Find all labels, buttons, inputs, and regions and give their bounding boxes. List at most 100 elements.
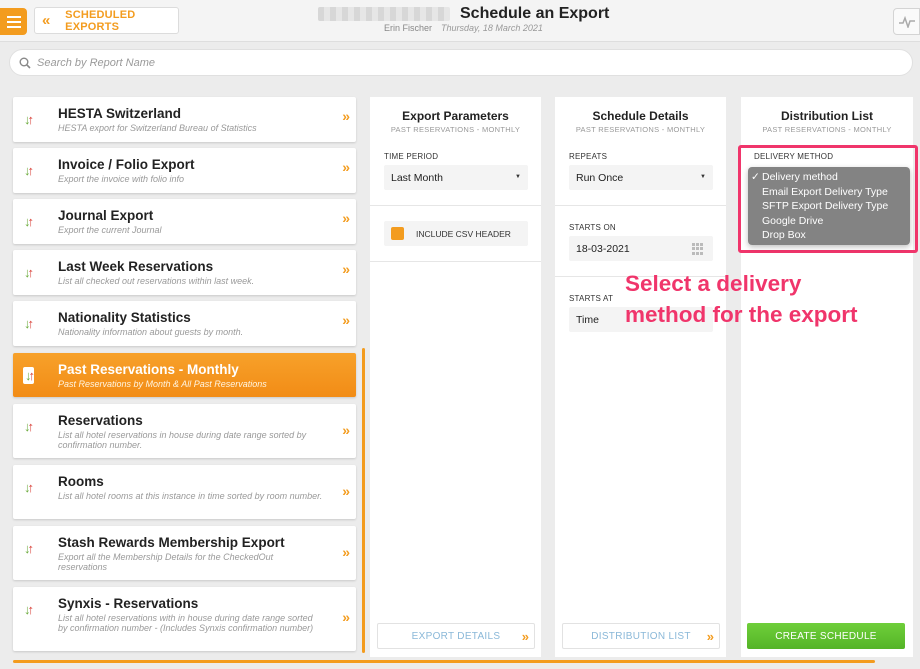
current-date: Thursday, 18 March 2021 (441, 23, 543, 33)
panel-title: Export Parameters (402, 109, 509, 123)
report-description: Past Reservations by Month & All Past Re… (58, 379, 267, 389)
starts-at-value: Time (576, 313, 599, 326)
caret-down-icon: ▼ (515, 174, 521, 180)
delivery-method-dropdown[interactable]: ✓ Delivery method Email Export Delivery T… (748, 167, 910, 245)
report-description: List all hotel reservations in house dur… (58, 430, 307, 450)
checkbox-checked-icon (391, 227, 404, 240)
button-label: EXPORT DETAILS (411, 630, 501, 642)
starts-on-value: 18-03-2021 (576, 242, 630, 255)
report-item[interactable]: ↓↑ Invoice / Folio Export Export the inv… (13, 148, 356, 193)
search-icon (19, 57, 31, 69)
export-details-button[interactable]: EXPORT DETAILS » (377, 623, 535, 649)
up-down-arrows-icon: ↓↑ (24, 316, 34, 331)
dropdown-option[interactable]: Email Export Delivery Type (751, 185, 910, 200)
horizontal-scrollbar[interactable] (13, 660, 875, 663)
up-down-arrows-icon: ↓↑ (24, 214, 34, 229)
search-input[interactable] (37, 56, 857, 69)
caret-down-icon: ▼ (700, 174, 706, 180)
export-parameters-panel: Export Parameters PAST RESERVATIONS - MO… (370, 97, 541, 657)
checkmark-icon: ✓ (751, 171, 760, 183)
chevron-right-icon: » (342, 544, 350, 560)
up-down-arrows-icon: ↓↑ (24, 419, 34, 434)
dropdown-option[interactable]: Drop Box (751, 228, 910, 243)
report-item[interactable]: ↓↑ Stash Rewards Membership Export Expor… (13, 526, 356, 580)
checkbox-label: INCLUDE CSV HEADER (416, 228, 511, 239)
report-item[interactable]: ↓↑ Synxis - Reservations List all hotel … (13, 587, 356, 651)
report-item[interactable]: ↓↑ Rooms List all hotel rooms at this in… (13, 465, 356, 519)
dropdown-option[interactable]: Google Drive (751, 214, 910, 229)
report-title: Reservations (58, 413, 143, 428)
up-down-arrows-icon: ↓↑ (24, 480, 34, 495)
panel-subtitle: PAST RESERVATIONS - MONTHLY (762, 125, 892, 134)
report-title: Last Week Reservations (58, 259, 214, 274)
divider (370, 261, 541, 262)
user-name: Erin Fischer (384, 23, 433, 33)
time-period-value: Last Month (391, 171, 443, 184)
chevron-right-icon: » (342, 159, 350, 175)
report-title: Synxis - Reservations (58, 596, 199, 611)
panel-subtitle: PAST RESERVATIONS - MONTHLY (390, 125, 521, 134)
report-item[interactable]: ↓↑ Reservations List all hotel reservati… (13, 404, 356, 458)
chevron-right-icon: » (342, 210, 350, 226)
report-item[interactable]: ↓↑ HESTA Switzerland HESTA export for Sw… (13, 97, 356, 142)
include-csv-header-checkbox[interactable]: INCLUDE CSV HEADER (384, 221, 528, 246)
up-down-arrows-icon: ↓↑ (24, 112, 34, 127)
calendar-icon[interactable] (692, 243, 704, 255)
time-period-label: TIME PERIOD (384, 152, 439, 161)
dropdown-option-selected[interactable]: ✓ Delivery method (751, 170, 910, 185)
divider (370, 205, 541, 206)
back-button-label: SCHEDULED EXPORTS (65, 8, 136, 33)
report-description: Export all the Membership Details for th… (58, 552, 274, 572)
redacted-hotel-name (318, 7, 450, 21)
hamburger-icon (6, 15, 21, 18)
chevron-right-icon: » (342, 261, 350, 277)
report-title: HESTA Switzerland (58, 106, 182, 121)
distribution-list-button[interactable]: DISTRIBUTION LIST » (562, 623, 720, 649)
panel-title: Schedule Details (592, 109, 689, 123)
search-bar[interactable] (9, 49, 913, 76)
repeats-select[interactable]: Run Once ▼ (569, 165, 713, 190)
chevron-right-icon: » (342, 483, 350, 499)
report-item[interactable]: ↓↑ Journal Export Export the current Jou… (13, 199, 356, 244)
double-chevron-left-icon: « (42, 12, 50, 29)
report-description: List all checked out reservations within… (58, 276, 255, 286)
button-label: CREATE SCHEDULE (775, 630, 877, 642)
up-down-arrows-icon: ↓↑ (24, 602, 34, 617)
starts-on-date-input[interactable]: 18-03-2021 (569, 236, 713, 261)
chevron-right-icon: » (342, 609, 350, 625)
report-title: Rooms (58, 474, 104, 489)
chevron-right-icon: » (342, 312, 350, 328)
back-to-scheduled-exports-button[interactable]: « SCHEDULED EXPORTS (34, 7, 179, 34)
report-item[interactable]: ↓↑ Nationality Statistics Nationality in… (13, 301, 356, 346)
activity-button[interactable] (893, 8, 920, 35)
report-description: Export the current Journal (58, 225, 162, 235)
up-down-arrows-icon: ↓↑ (24, 541, 34, 556)
activity-pulse-icon (898, 15, 915, 28)
page-title: Schedule an Export (460, 5, 610, 22)
time-period-select[interactable]: Last Month ▼ (384, 165, 528, 190)
report-title: Stash Rewards Membership Export (58, 535, 285, 550)
report-item[interactable]: ↓↑ Last Week Reservations List all check… (13, 250, 356, 295)
chevron-right-icon: » (521, 629, 530, 644)
menu-button[interactable] (0, 8, 27, 35)
panel-subtitle: PAST RESERVATIONS - MONTHLY (575, 125, 706, 134)
dropdown-option[interactable]: SFTP Export Delivery Type (751, 199, 910, 214)
create-schedule-button[interactable]: CREATE SCHEDULE (747, 623, 905, 649)
starts-on-label: STARTS ON (569, 223, 616, 232)
chevron-right-icon: » (342, 422, 350, 438)
report-title: Nationality Statistics (58, 310, 191, 325)
annotation-line: Select a delivery (625, 271, 802, 296)
report-title: Past Reservations - Monthly (58, 362, 239, 377)
chevron-right-icon: » (706, 629, 715, 644)
report-description: List all hotel reservations with in hous… (58, 613, 314, 633)
annotation-callout: Select a delivery method for the export (625, 268, 915, 330)
report-list-scrollbar[interactable] (362, 348, 365, 653)
annotation-line: method for the export (625, 302, 858, 327)
chevron-right-icon: » (342, 108, 350, 124)
report-title: Journal Export (58, 208, 154, 223)
panel-title: Distribution List (781, 109, 873, 123)
report-item-selected[interactable]: ↓↑ Past Reservations - Monthly Past Rese… (13, 353, 356, 397)
up-down-arrows-icon: ↓↑ (24, 163, 34, 178)
top-bar: « SCHEDULED EXPORTS Schedule an Export E… (0, 0, 920, 42)
schedule-details-panel: Schedule Details PAST RESERVATIONS - MON… (555, 97, 726, 657)
